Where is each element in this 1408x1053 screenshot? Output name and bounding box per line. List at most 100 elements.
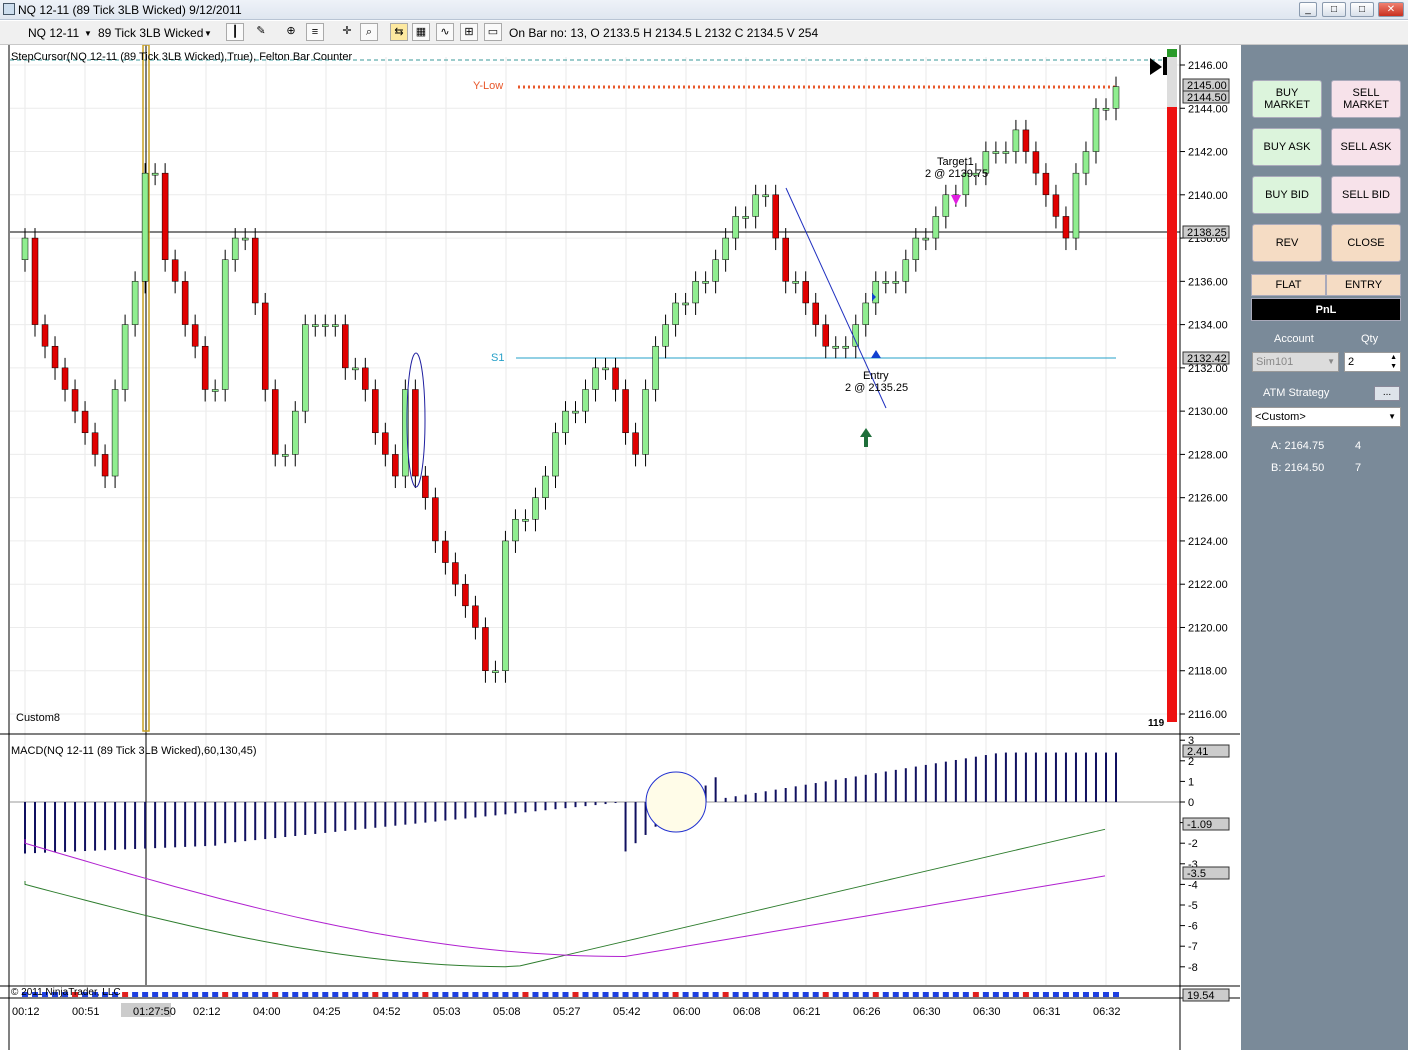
y-tick-label: 2128.00 [1188, 449, 1228, 461]
draw-pencil-icon[interactable]: ✎ [252, 23, 270, 41]
flat-button[interactable]: FLAT [1251, 274, 1326, 296]
buy-market-button[interactable]: BUY MARKET [1252, 80, 1322, 118]
bar-marker [1032, 992, 1039, 997]
reverse-button[interactable]: REV [1252, 224, 1322, 262]
templates-icon[interactable]: ▭ [484, 23, 502, 41]
bar-marker [432, 992, 439, 997]
candle [922, 237, 930, 241]
atm-more-button[interactable]: ... [1374, 386, 1400, 401]
candle [892, 281, 900, 284]
candle [752, 194, 759, 217]
bar-marker [312, 992, 319, 997]
candle [91, 432, 99, 455]
stepper-arrows-icon[interactable]: ▲ ▼ [1390, 353, 1397, 371]
magnifier-icon[interactable]: ⌕ [360, 23, 378, 41]
properties-icon[interactable]: ≡ [306, 23, 324, 41]
bar-marker [262, 992, 269, 997]
indicators-icon[interactable]: ⊞ [460, 23, 478, 41]
sell-market-button[interactable]: SELL MARKET [1331, 80, 1401, 118]
candle [291, 410, 299, 455]
toolbar: NQ 12-11 ▼ 89 Tick 3LB Wicked ▼ ┃ ✎ ⊕ ≡ … [0, 21, 1408, 45]
position-bar-track [1167, 57, 1177, 107]
account-value: Sim101 [1256, 356, 1294, 368]
close-button[interactable]: ✕ [1378, 2, 1404, 17]
candle [1082, 151, 1090, 174]
candle [812, 302, 819, 325]
close-position-button[interactable]: CLOSE [1331, 224, 1401, 262]
maximize-button[interactable]: □ [1322, 2, 1346, 17]
bar-marker [722, 992, 729, 997]
account-select[interactable]: Sim101 ▼ [1252, 352, 1339, 372]
chevron-down-icon[interactable]: ▼ [84, 29, 92, 38]
bar-marker [342, 992, 349, 997]
chevron-down-icon[interactable]: ▼ [204, 29, 212, 38]
chart-area[interactable]: 2146.00 2144.00 2142.00 2140.00 2138.00 2136.… [0, 44, 1240, 1050]
price-flag-text: 2145.00 [1187, 80, 1227, 92]
candle [542, 475, 549, 498]
candle [652, 345, 659, 390]
candle [281, 454, 289, 457]
buy-ask-button[interactable]: BUY ASK [1252, 128, 1322, 166]
bar-marker [982, 992, 989, 997]
candle [251, 237, 259, 304]
dom-icon[interactable]: ▦ [412, 23, 430, 41]
candle [782, 237, 789, 282]
bar-marker [202, 992, 209, 997]
candle [1032, 151, 1040, 174]
x-tick-label: 01:27:50 [133, 1006, 176, 1018]
chart-trader-icon[interactable]: ⇆ [390, 23, 408, 41]
bar-marker [1092, 992, 1099, 997]
bar-marker [932, 992, 939, 997]
strategy-icon[interactable]: ∿ [436, 23, 454, 41]
bar-marker [242, 992, 249, 997]
instrument-selector[interactable]: NQ 12-11 [28, 26, 79, 40]
x-tick-label: 04:25 [313, 1006, 341, 1018]
bar-marker [732, 992, 739, 997]
y-tick-label: 2136.00 [1188, 276, 1228, 288]
restore-button[interactable]: □ [1350, 2, 1374, 17]
candle [121, 324, 129, 390]
highlight-circle [645, 771, 707, 833]
candle [61, 367, 69, 390]
chart-canvas[interactable]: 2146.002144.002142.002140.002138.002136.… [0, 44, 1240, 1050]
sell-ask-button[interactable]: SELL ASK [1331, 128, 1401, 166]
candle [342, 324, 349, 369]
candle [131, 281, 139, 325]
bar-marker [832, 992, 839, 997]
y-tick-label: 2118.00 [1188, 666, 1227, 678]
candle [231, 237, 239, 260]
bar-type-icon[interactable]: ┃ [226, 23, 244, 41]
atm-strategy-select[interactable]: <Custom> ▼ [1251, 407, 1401, 427]
bar-marker [672, 992, 679, 997]
x-tick-label: 04:00 [253, 1006, 281, 1018]
y-tick-label: 2126.00 [1188, 493, 1228, 505]
bar-marker [192, 992, 199, 997]
bar-marker [122, 992, 129, 997]
bar-marker [452, 992, 459, 997]
zoom-in-icon[interactable]: ⊕ [282, 23, 300, 41]
bar-marker [942, 992, 949, 997]
x-tick-label: 05:03 [433, 1006, 461, 1018]
bar-marker [542, 992, 549, 997]
target-detail: 2 @ 2139.75 [925, 168, 989, 180]
bar-marker [762, 992, 769, 997]
period-selector[interactable]: 89 Tick 3LB Wicked [98, 26, 203, 40]
minimize-button[interactable]: _ [1299, 2, 1317, 17]
buy-bid-button[interactable]: BUY BID [1252, 176, 1322, 214]
qty-stepper[interactable]: 2 ▲ ▼ [1344, 352, 1401, 372]
arrow-up-stem [864, 437, 868, 447]
crosshair-icon[interactable]: ✛ [338, 23, 356, 41]
candle [592, 367, 599, 390]
candle [31, 237, 39, 325]
x-tick-label: 06:30 [913, 1006, 941, 1018]
bar-marker [282, 992, 289, 997]
bar-marker [772, 992, 779, 997]
candle [141, 172, 149, 282]
bar-marker [552, 992, 559, 997]
bar-marker [1042, 992, 1049, 997]
bid-size: 7 [1355, 462, 1362, 474]
candle [432, 497, 439, 542]
sell-bid-button[interactable]: SELL BID [1331, 176, 1401, 214]
entry-button[interactable]: ENTRY [1326, 274, 1401, 296]
pnl-display: PnL [1251, 298, 1401, 321]
